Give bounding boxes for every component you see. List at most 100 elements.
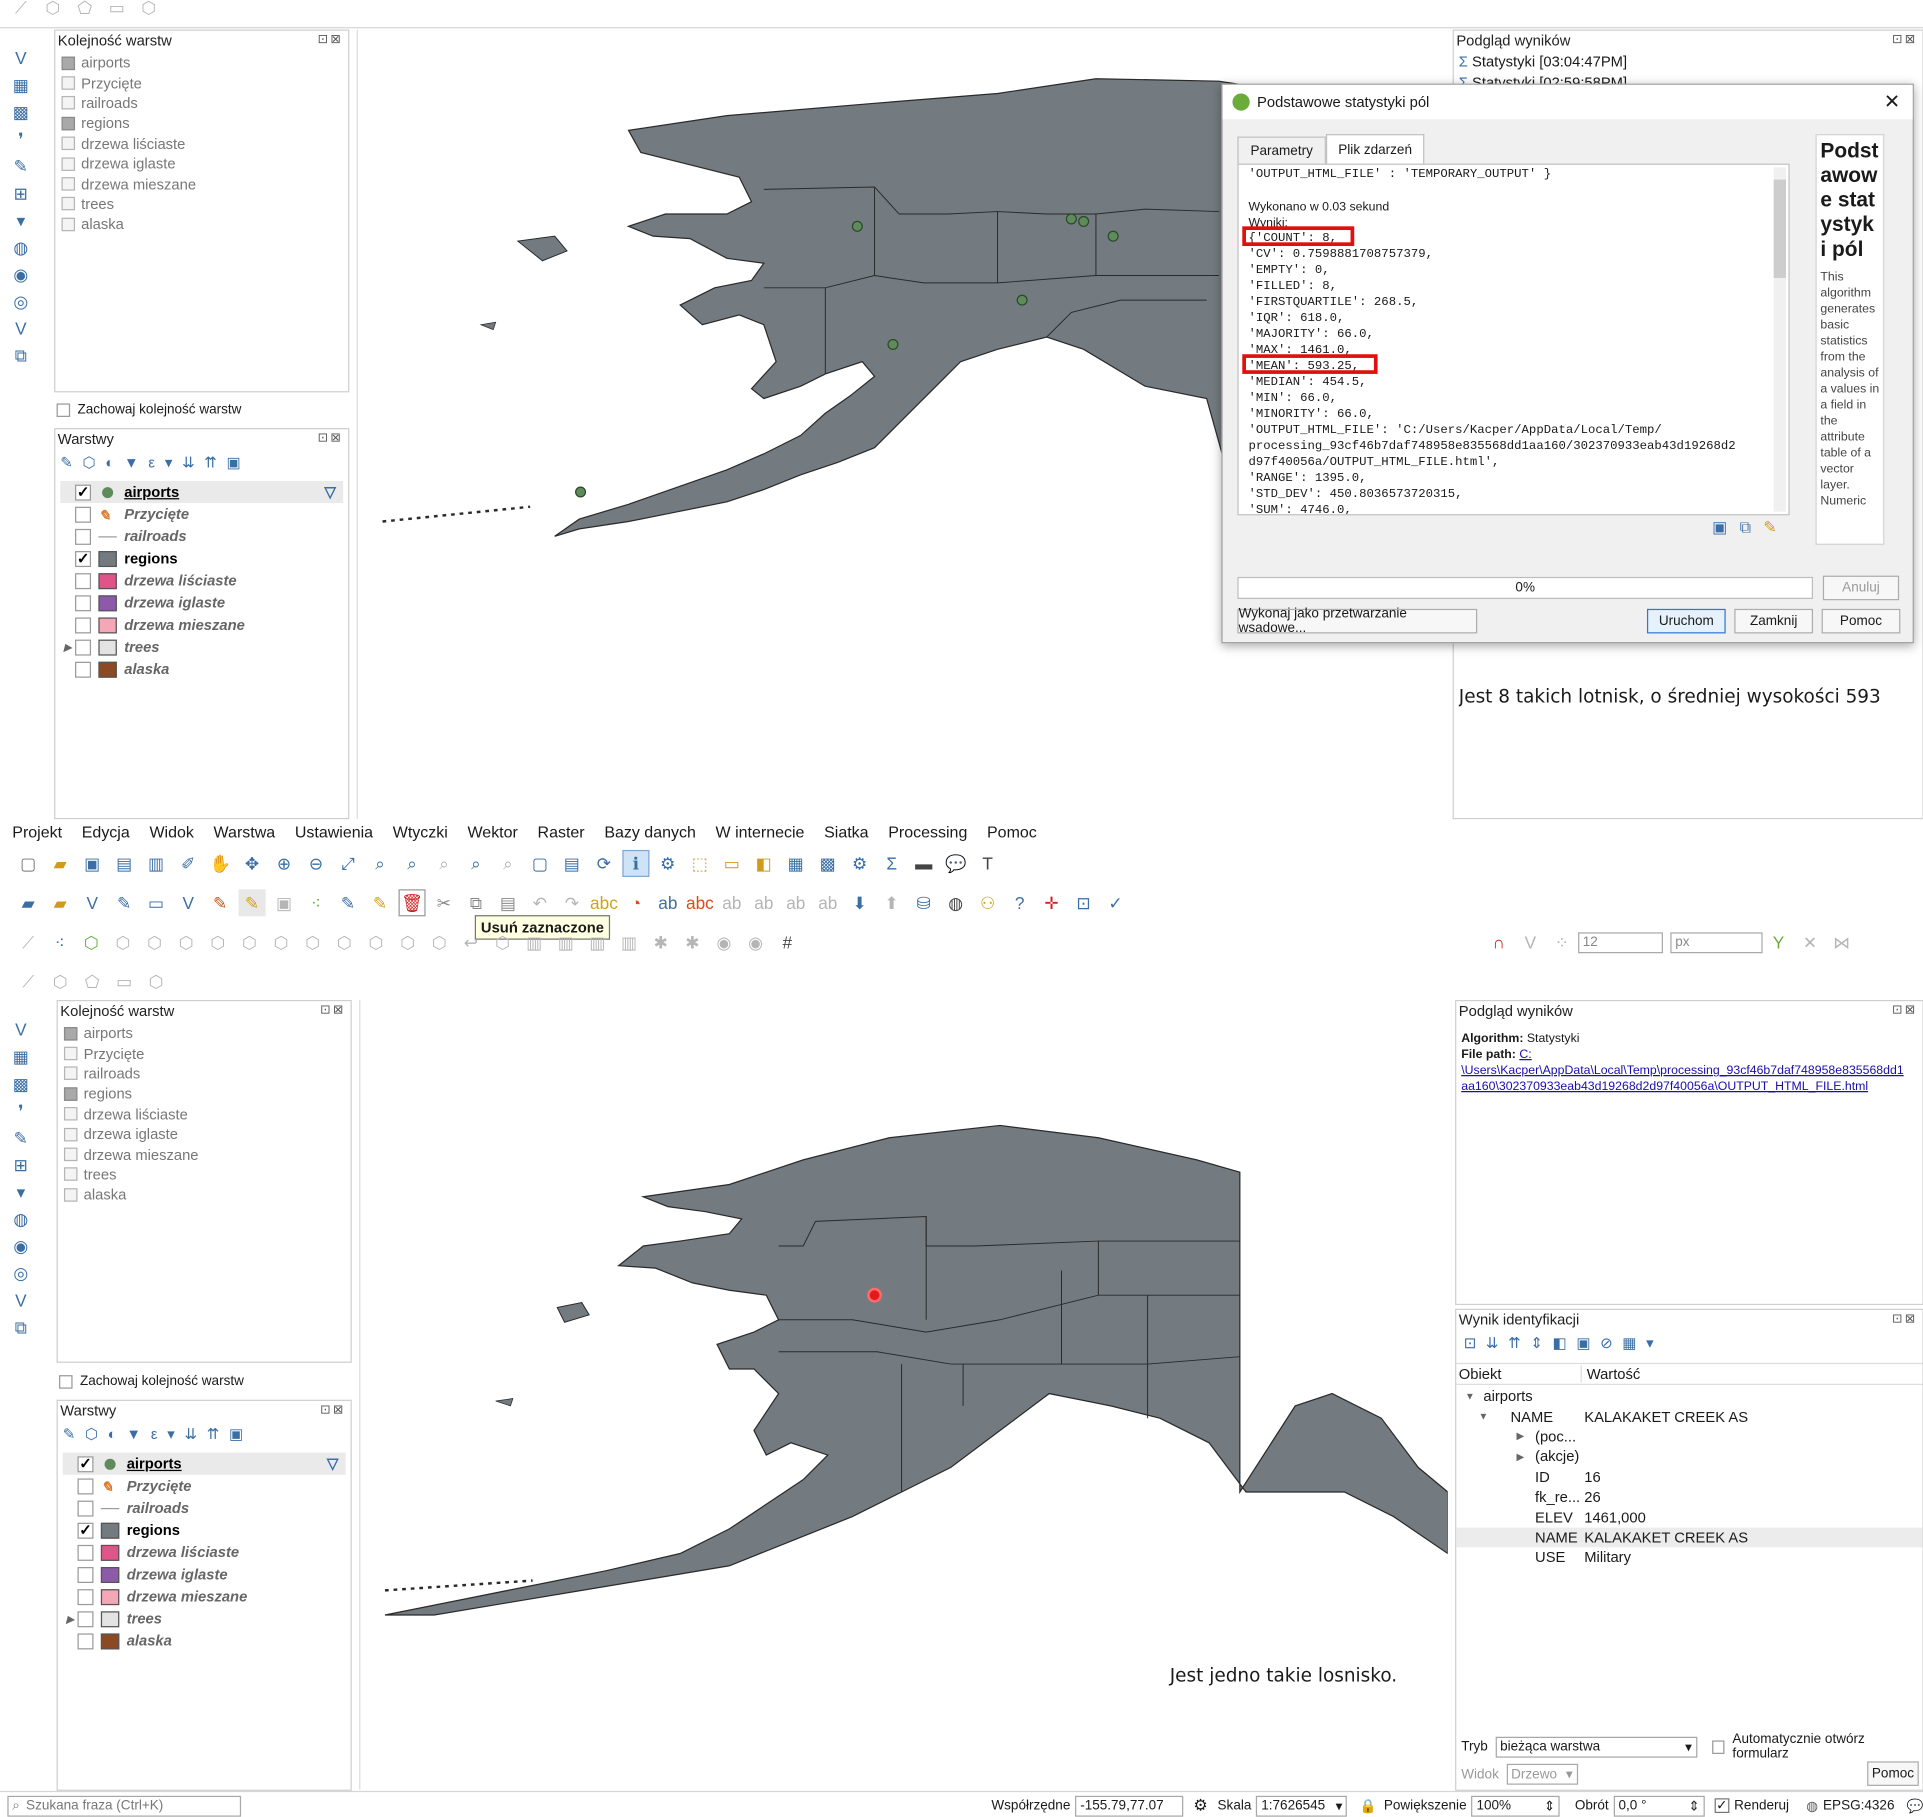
- layer-order-checkbox[interactable]: [63, 1187, 78, 1202]
- expand-arrow-icon[interactable]: ▶: [1456, 1431, 1535, 1442]
- close-button[interactable]: Zamknij: [1734, 608, 1814, 634]
- reverse-line-icon[interactable]: ↩: [458, 929, 485, 956]
- layer-tree-item[interactable]: drzewa liściaste: [60, 569, 343, 591]
- layer-order-checkbox[interactable]: [61, 217, 76, 232]
- split-icon[interactable]: ⬡: [143, 968, 170, 995]
- digitize-icon[interactable]: ⟋: [15, 968, 42, 995]
- copy-features-icon[interactable]: ⧉: [462, 889, 489, 916]
- layer-visibility-checkbox[interactable]: [75, 528, 92, 545]
- zoom-in-icon[interactable]: ⊕: [271, 850, 298, 877]
- menu-item[interactable]: W internecie: [716, 822, 805, 840]
- layer-order-checkbox[interactable]: [61, 197, 76, 211]
- add-postgis-icon[interactable]: ▾: [7, 1178, 34, 1205]
- identify-help-button[interactable]: Pomoc: [1867, 1761, 1919, 1786]
- layer-order-checkbox[interactable]: [61, 156, 76, 171]
- zoom-to-layer-icon[interactable]: ⌕: [399, 850, 426, 877]
- layer-order-item[interactable]: railroads: [58, 93, 346, 113]
- add-gpx-icon[interactable]: ✎: [7, 153, 34, 180]
- add-feature-icon[interactable]: ✱: [647, 929, 674, 956]
- layer-order-item[interactable]: regions: [60, 1084, 348, 1104]
- scale-input[interactable]: 1:7626545 ▾: [1256, 1795, 1348, 1817]
- current-edits-icon[interactable]: ✎: [207, 889, 234, 916]
- collapse-arrow-icon[interactable]: ▼: [1456, 1411, 1510, 1422]
- layer-order-checkbox[interactable]: [63, 1066, 78, 1081]
- tolerance-unit-select[interactable]: px: [1670, 931, 1763, 953]
- layer-tree-item[interactable]: ✓ regions: [63, 1519, 346, 1541]
- new-shapefile-icon[interactable]: V: [79, 889, 106, 916]
- text-annotation-icon[interactable]: T: [974, 850, 1001, 877]
- rotate-feature-icon[interactable]: ◉: [711, 929, 738, 956]
- add-part-icon[interactable]: ⬡: [78, 929, 105, 956]
- vertical-align-icon[interactable]: ▥: [584, 929, 611, 956]
- layer-visibility-checkbox[interactable]: [77, 1632, 94, 1649]
- tab-parameters[interactable]: Parametry: [1237, 136, 1326, 164]
- layer-tree-item[interactable]: alaska: [60, 658, 343, 680]
- layer-order-checkbox[interactable]: [63, 1127, 78, 1141]
- menu-item[interactable]: Processing: [888, 822, 967, 840]
- layer-order-checkbox[interactable]: [61, 177, 76, 191]
- zoom-out-icon[interactable]: ⊖: [303, 850, 330, 877]
- snap-vertex-icon[interactable]: V: [1517, 929, 1544, 956]
- select-features-icon[interactable]: ⬚: [686, 850, 713, 877]
- menu-item[interactable]: Raster: [538, 822, 585, 840]
- offset-icon[interactable]: ▭: [103, 0, 130, 21]
- zoom-to-selection-icon[interactable]: ⌕: [367, 850, 394, 877]
- reshape-icon[interactable]: ⬠: [71, 0, 98, 21]
- snapping-icon[interactable]: ⟋: [15, 929, 42, 956]
- change-label-icon[interactable]: ab: [814, 889, 841, 916]
- new-virtual-layer-icon[interactable]: V: [175, 889, 202, 916]
- new-project-icon[interactable]: ▢: [15, 850, 42, 877]
- horizontal-align-icon[interactable]: ▥: [616, 929, 643, 956]
- attribute-table-icon[interactable]: ▦: [782, 850, 809, 877]
- help-button[interactable]: Pomoc: [1821, 608, 1901, 634]
- layer-order-item[interactable]: airports: [58, 53, 346, 73]
- offset-curve-icon[interactable]: ⬡: [236, 929, 263, 956]
- layer-visibility-checkbox[interactable]: ✓: [75, 550, 92, 567]
- pan-icon[interactable]: ✋: [207, 850, 234, 877]
- messages-icon[interactable]: 💬: [1907, 1798, 1923, 1814]
- layer-tree-item[interactable]: ✓ airports ▽: [62, 1452, 346, 1475]
- add-wfs-icon[interactable]: ◉: [7, 1232, 34, 1259]
- panel-controls[interactable]: ⊡⊠: [320, 1403, 346, 1417]
- layer-visibility-checkbox[interactable]: [77, 1499, 94, 1516]
- keep-order-checkbox[interactable]: [56, 402, 71, 417]
- add-postgis-icon[interactable]: ▾: [7, 207, 34, 234]
- panel-controls[interactable]: ⊡⊠: [1892, 1004, 1918, 1018]
- keep-order-checkbox-row[interactable]: Zachowaj kolejność warstw: [59, 1374, 244, 1389]
- airport-point[interactable]: [1016, 294, 1028, 306]
- layer-order-item[interactable]: drzewa iglaste: [58, 154, 346, 174]
- airport-point[interactable]: [1078, 215, 1090, 227]
- new-3d-view-icon[interactable]: ▤: [558, 850, 585, 877]
- layer-tree-item[interactable]: ✎ Przycięte: [63, 1475, 346, 1497]
- layer-tree-item[interactable]: ✎ Przycięte: [60, 503, 343, 525]
- add-wfs-icon[interactable]: ◉: [7, 261, 34, 288]
- layer-visibility-checkbox[interactable]: [77, 1610, 94, 1627]
- menu-item[interactable]: Pomoc: [987, 822, 1037, 840]
- bottom-map-canvas[interactable]: Jest jedno takie losnisko.: [359, 999, 1449, 1790]
- layer-order-item[interactable]: Przycięte: [58, 73, 346, 93]
- paste-features-icon[interactable]: ▤: [494, 889, 521, 916]
- layer-visibility-checkbox[interactable]: [77, 1477, 94, 1494]
- layer-visibility-checkbox[interactable]: ✓: [77, 1456, 94, 1472]
- zoom-full-icon[interactable]: ⤢: [335, 850, 362, 877]
- style-manager-icon[interactable]: ✐: [175, 850, 202, 877]
- processing-toolbox-icon[interactable]: ⚙: [846, 850, 873, 877]
- layer-order-item[interactable]: alaska: [60, 1185, 348, 1205]
- locator-search-input[interactable]: ⌕ Szukana fraza (Ctrl+K): [7, 1795, 242, 1817]
- render-checkbox[interactable]: ✓: [1714, 1798, 1730, 1814]
- add-wcs-icon[interactable]: ◎: [7, 288, 34, 315]
- add-mesh-icon[interactable]: ▩: [7, 1070, 34, 1097]
- airport-point[interactable]: [851, 220, 863, 232]
- rotation-input[interactable]: 0,0 ° ⇕: [1613, 1795, 1705, 1817]
- layer-tree-item[interactable]: drzewa liściaste: [63, 1541, 346, 1563]
- pin-labels-icon[interactable]: abc: [686, 889, 714, 916]
- layer-tree-item[interactable]: drzewa mieszane: [63, 1585, 346, 1607]
- layer-order-item[interactable]: drzewa liściaste: [60, 1104, 348, 1124]
- highlight-pinned-labels-icon[interactable]: ab: [654, 889, 681, 916]
- crs-label[interactable]: EPSG:4326: [1823, 1798, 1894, 1813]
- airport-point[interactable]: [1065, 213, 1077, 225]
- layer-order-item[interactable]: trees: [58, 194, 346, 214]
- panel-controls[interactable]: ⊡⊠: [320, 1004, 346, 1018]
- add-virtual-layer-icon[interactable]: V: [7, 1287, 34, 1314]
- vertex-tool-icon[interactable]: ⬡: [47, 968, 74, 995]
